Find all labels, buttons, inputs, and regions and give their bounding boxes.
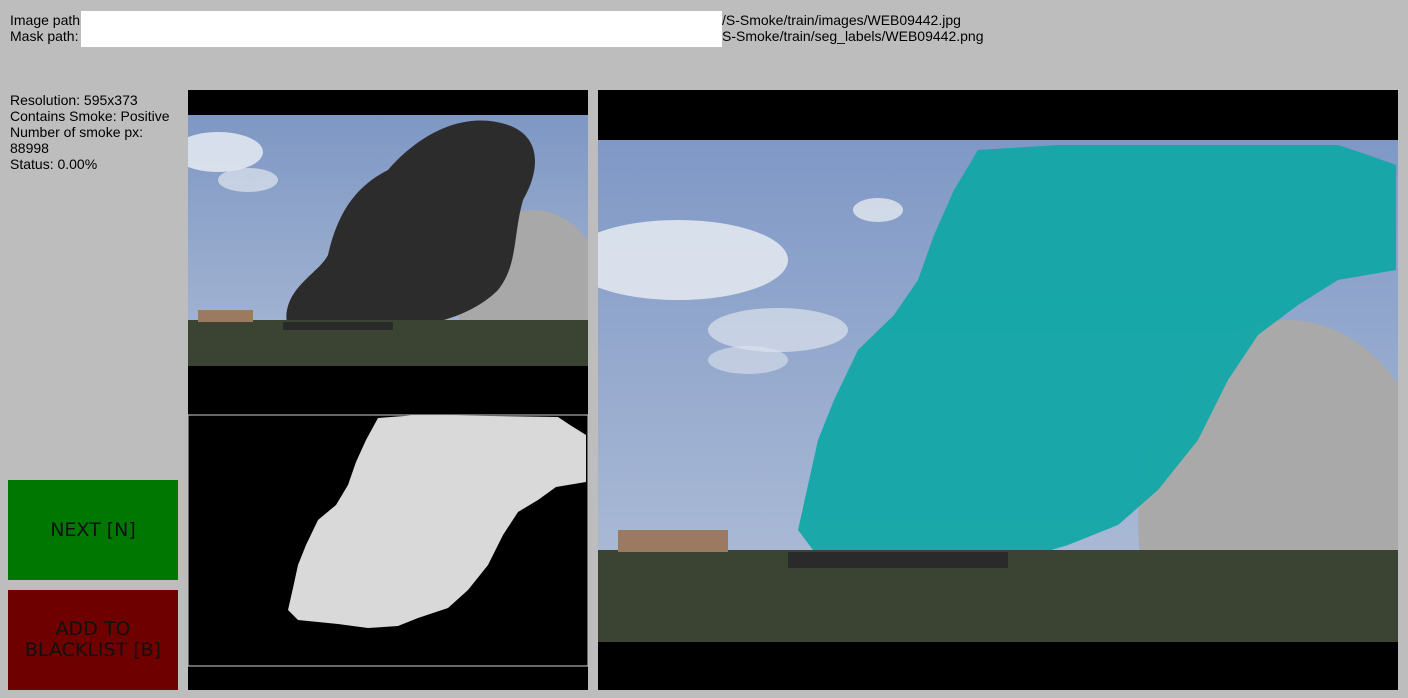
original-image — [188, 90, 588, 390]
mask-path-label: Mask path: — [10, 28, 79, 44]
overlay-image — [598, 90, 1398, 690]
path-redaction — [81, 11, 722, 47]
overlay-image-panel — [598, 90, 1398, 690]
add-to-blacklist-button[interactable]: ADD TO BLACKLIST [B] — [8, 590, 178, 690]
next-button[interactable]: NEXT [N] — [8, 480, 178, 580]
status-text: Status: 0.00% — [10, 156, 98, 172]
mask-panel — [188, 390, 588, 690]
contains-smoke-text: Contains Smoke: Positive — [10, 108, 170, 124]
original-image-panel — [188, 90, 588, 390]
image-path-label: Image path — [10, 12, 81, 28]
blacklist-button-label: ADD TO BLACKLIST [B] — [24, 618, 162, 661]
next-button-label: NEXT [N] — [50, 518, 136, 541]
smoke-mask — [188, 414, 588, 667]
image-info: Resolution: 595x373 Contains Smoke: Posi… — [10, 92, 170, 172]
mask-path-value: S-Smoke/train/seg_labels/WEB09442.png — [722, 28, 984, 44]
smoke-px-label: Number of smoke px: — [10, 124, 144, 140]
resolution-text: Resolution: 595x373 — [10, 92, 138, 108]
smoke-px-value: 88998 — [10, 140, 49, 156]
image-path-value: /S-Smoke/train/images/WEB09442.jpg — [722, 12, 961, 28]
